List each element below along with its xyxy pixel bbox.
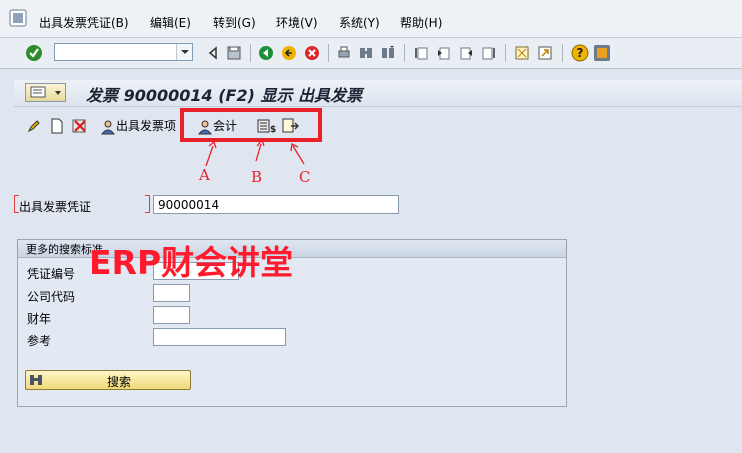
reference-label: 参考 (27, 334, 52, 348)
search-button-label: 搜索 (107, 375, 132, 389)
required-bracket-right (145, 195, 150, 213)
company-code-input[interactable] (153, 284, 190, 302)
reference-input[interactable] (153, 328, 286, 346)
billing-document-input[interactable] (153, 195, 399, 214)
find-icon (30, 375, 42, 385)
annotation-label-c: C (299, 168, 311, 186)
fiscal-year-input[interactable] (153, 306, 190, 324)
watermark-text: ERP财会讲堂 (89, 243, 294, 282)
billing-document-label: 出具发票凭证 (19, 200, 92, 214)
annotation-label-a: A (199, 166, 210, 184)
fiscal-year-label: 财年 (27, 312, 52, 326)
search-button[interactable]: 搜索 (25, 370, 191, 390)
company-code-label: 公司代码 (27, 290, 76, 304)
document-number-label: 凭证编号 (27, 267, 76, 281)
annotation-label-b: B (251, 168, 263, 186)
